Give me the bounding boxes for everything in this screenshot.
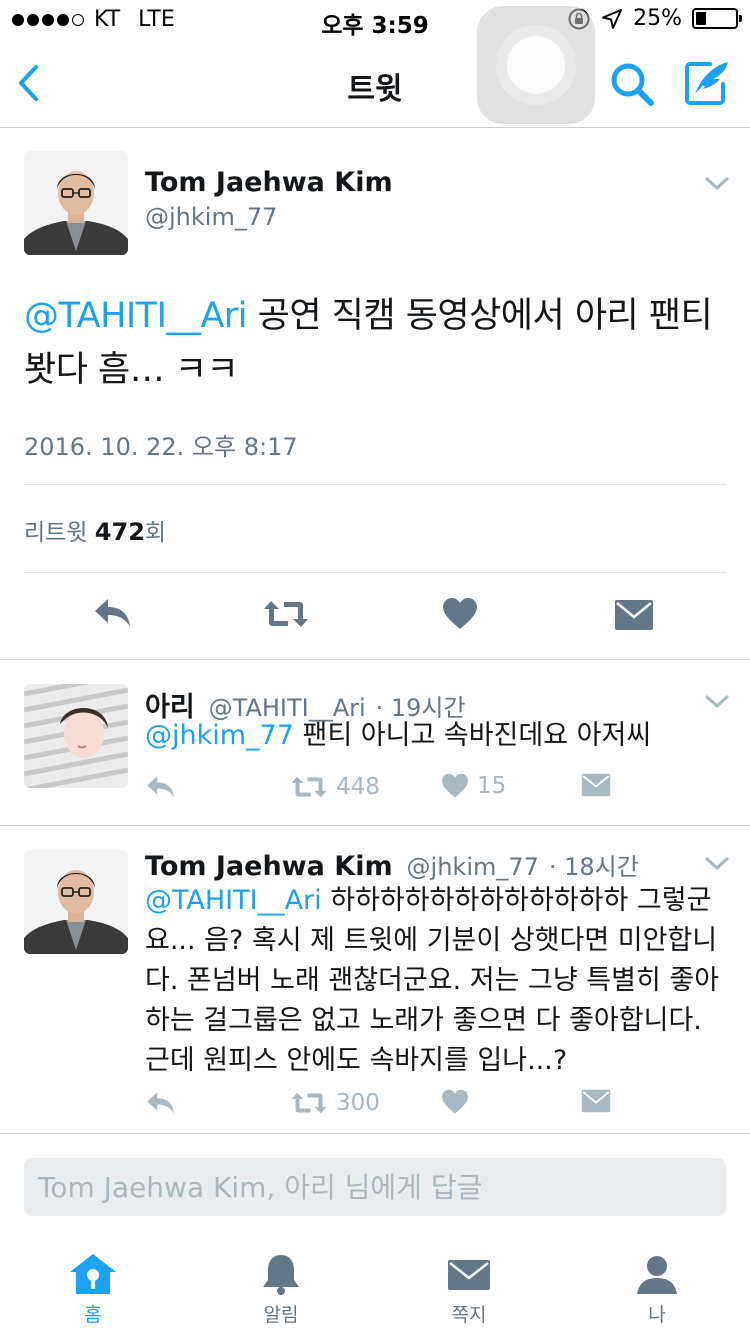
reply-input-box[interactable] <box>24 1158 726 1216</box>
chevron-down-icon[interactable] <box>704 856 730 872</box>
reply-text: @TAHITI__Ari 하하하하하하하하하하하하 그렇군요... 음? 혹시 … <box>145 881 725 1081</box>
retweet-count: 300 <box>336 1090 380 1116</box>
mention-link[interactable]: @TAHITI__Ari <box>24 296 248 336</box>
retweet-icon <box>291 1092 327 1114</box>
like-button[interactable]: 15 <box>441 773 506 799</box>
profile-icon <box>637 1256 677 1294</box>
tweet-age: · 18시간 <box>548 853 639 881</box>
home-icon <box>70 1254 116 1294</box>
person-photo-icon <box>24 151 128 255</box>
like-count: 15 <box>477 773 507 799</box>
retweet-icon <box>291 776 327 798</box>
retweet-icon[interactable] <box>262 597 310 631</box>
author-name[interactable]: Tom Jaehwa Kim <box>145 851 393 882</box>
chevron-down-icon[interactable] <box>704 694 730 710</box>
avatar[interactable] <box>24 850 128 954</box>
retweet-count: 472 <box>94 518 145 546</box>
direct-message-button[interactable] <box>581 1089 611 1113</box>
tab-bar: 홈 알림 쪽지 나 <box>0 1240 750 1334</box>
direct-message-icon[interactable] <box>614 599 654 631</box>
direct-message-button[interactable] <box>581 773 611 797</box>
divider <box>24 572 726 573</box>
tab-label: 알림 <box>263 1304 299 1326</box>
reply-body: 팬티 아니고 속바진데요 아저씨 <box>293 720 652 751</box>
avatar[interactable] <box>24 684 128 788</box>
battery-percent: 25% <box>633 6 682 31</box>
reply-button[interactable] <box>145 773 177 801</box>
retweet-stats[interactable]: 리트윗 472회 <box>24 513 166 547</box>
direct-message-icon <box>581 1089 611 1113</box>
person-photo-icon <box>24 850 128 954</box>
reply-input[interactable] <box>24 1158 726 1216</box>
mention-link[interactable]: @jhkim_77 <box>145 720 294 751</box>
reply-icon[interactable] <box>92 595 134 631</box>
tab-label: 쪽지 <box>451 1304 487 1326</box>
tab-home[interactable]: 홈 <box>33 1252 153 1327</box>
search-button[interactable] <box>606 58 658 110</box>
location-arrow-icon <box>602 8 623 29</box>
battery-icon <box>692 8 742 29</box>
compose-feather-icon <box>685 62 728 105</box>
avatar[interactable] <box>24 151 128 255</box>
tweet-text: @TAHITI__Ari 공연 직캠 동영상에서 아리 팬티 봣다 흠… ㅋㅋ <box>24 289 724 397</box>
direct-message-icon <box>581 773 611 797</box>
reply-actions: 448 15 <box>145 773 725 809</box>
retweet-suffix: 회 <box>144 520 167 546</box>
retweet-button[interactable]: 448 <box>290 773 380 801</box>
retweet-count: 448 <box>336 774 380 800</box>
reply-tweet[interactable]: 아리 @TAHITI__Ari · 19시간 @jhkim_77 팬티 아니고 … <box>0 661 750 826</box>
navigation-bar: 트윗 <box>0 40 750 128</box>
like-button[interactable] <box>441 1089 477 1115</box>
reply-tweet[interactable]: Tom Jaehwa Kim @jhkim_77 · 18시간 @TAHITI_… <box>0 827 750 1134</box>
author-name[interactable]: Tom Jaehwa Kim <box>145 167 393 198</box>
reply-icon <box>147 776 174 798</box>
reply-actions: 300 <box>145 1089 725 1125</box>
retweet-stats-label: 리트윗 <box>24 520 88 546</box>
bell-icon <box>263 1255 299 1295</box>
tweet-timestamp: 2016. 10. 22. 오후 8:17 <box>24 433 298 461</box>
like-heart-icon[interactable] <box>442 597 478 631</box>
envelope-icon <box>448 1260 490 1290</box>
reply-text: @jhkim_77 팬티 아니고 속바진데요 아저씨 <box>145 716 725 756</box>
like-heart-icon <box>442 1089 468 1114</box>
divider <box>24 484 726 485</box>
main-tweet: Tom Jaehwa Kim @jhkim_77 @TAHITI__Ari 공연… <box>0 129 750 660</box>
tab-notifications[interactable]: 알림 <box>221 1252 341 1327</box>
reply-header: Tom Jaehwa Kim @jhkim_77 · 18시간 <box>145 847 639 882</box>
tab-me[interactable]: 나 <box>597 1252 717 1327</box>
author-handle[interactable]: @jhkim_77 <box>407 853 539 881</box>
chevron-down-icon[interactable] <box>704 176 730 192</box>
tab-messages[interactable]: 쪽지 <box>409 1252 529 1327</box>
author-handle[interactable]: @jhkim_77 <box>145 203 277 231</box>
reply-icon <box>147 1092 174 1114</box>
mention-link[interactable]: @TAHITI__Ari <box>145 885 322 916</box>
status-bar: KT LTE 오후 3:59 25% <box>0 0 750 40</box>
like-heart-icon <box>442 773 468 798</box>
retweet-button[interactable]: 300 <box>290 1089 380 1117</box>
person-photo-icon <box>24 684 128 788</box>
tab-label: 홈 <box>84 1304 102 1326</box>
tweet-actions <box>0 591 750 639</box>
tab-label: 나 <box>648 1304 666 1326</box>
compose-tweet-button[interactable] <box>680 56 734 110</box>
search-icon <box>611 63 654 106</box>
reply-button[interactable] <box>145 1089 177 1117</box>
